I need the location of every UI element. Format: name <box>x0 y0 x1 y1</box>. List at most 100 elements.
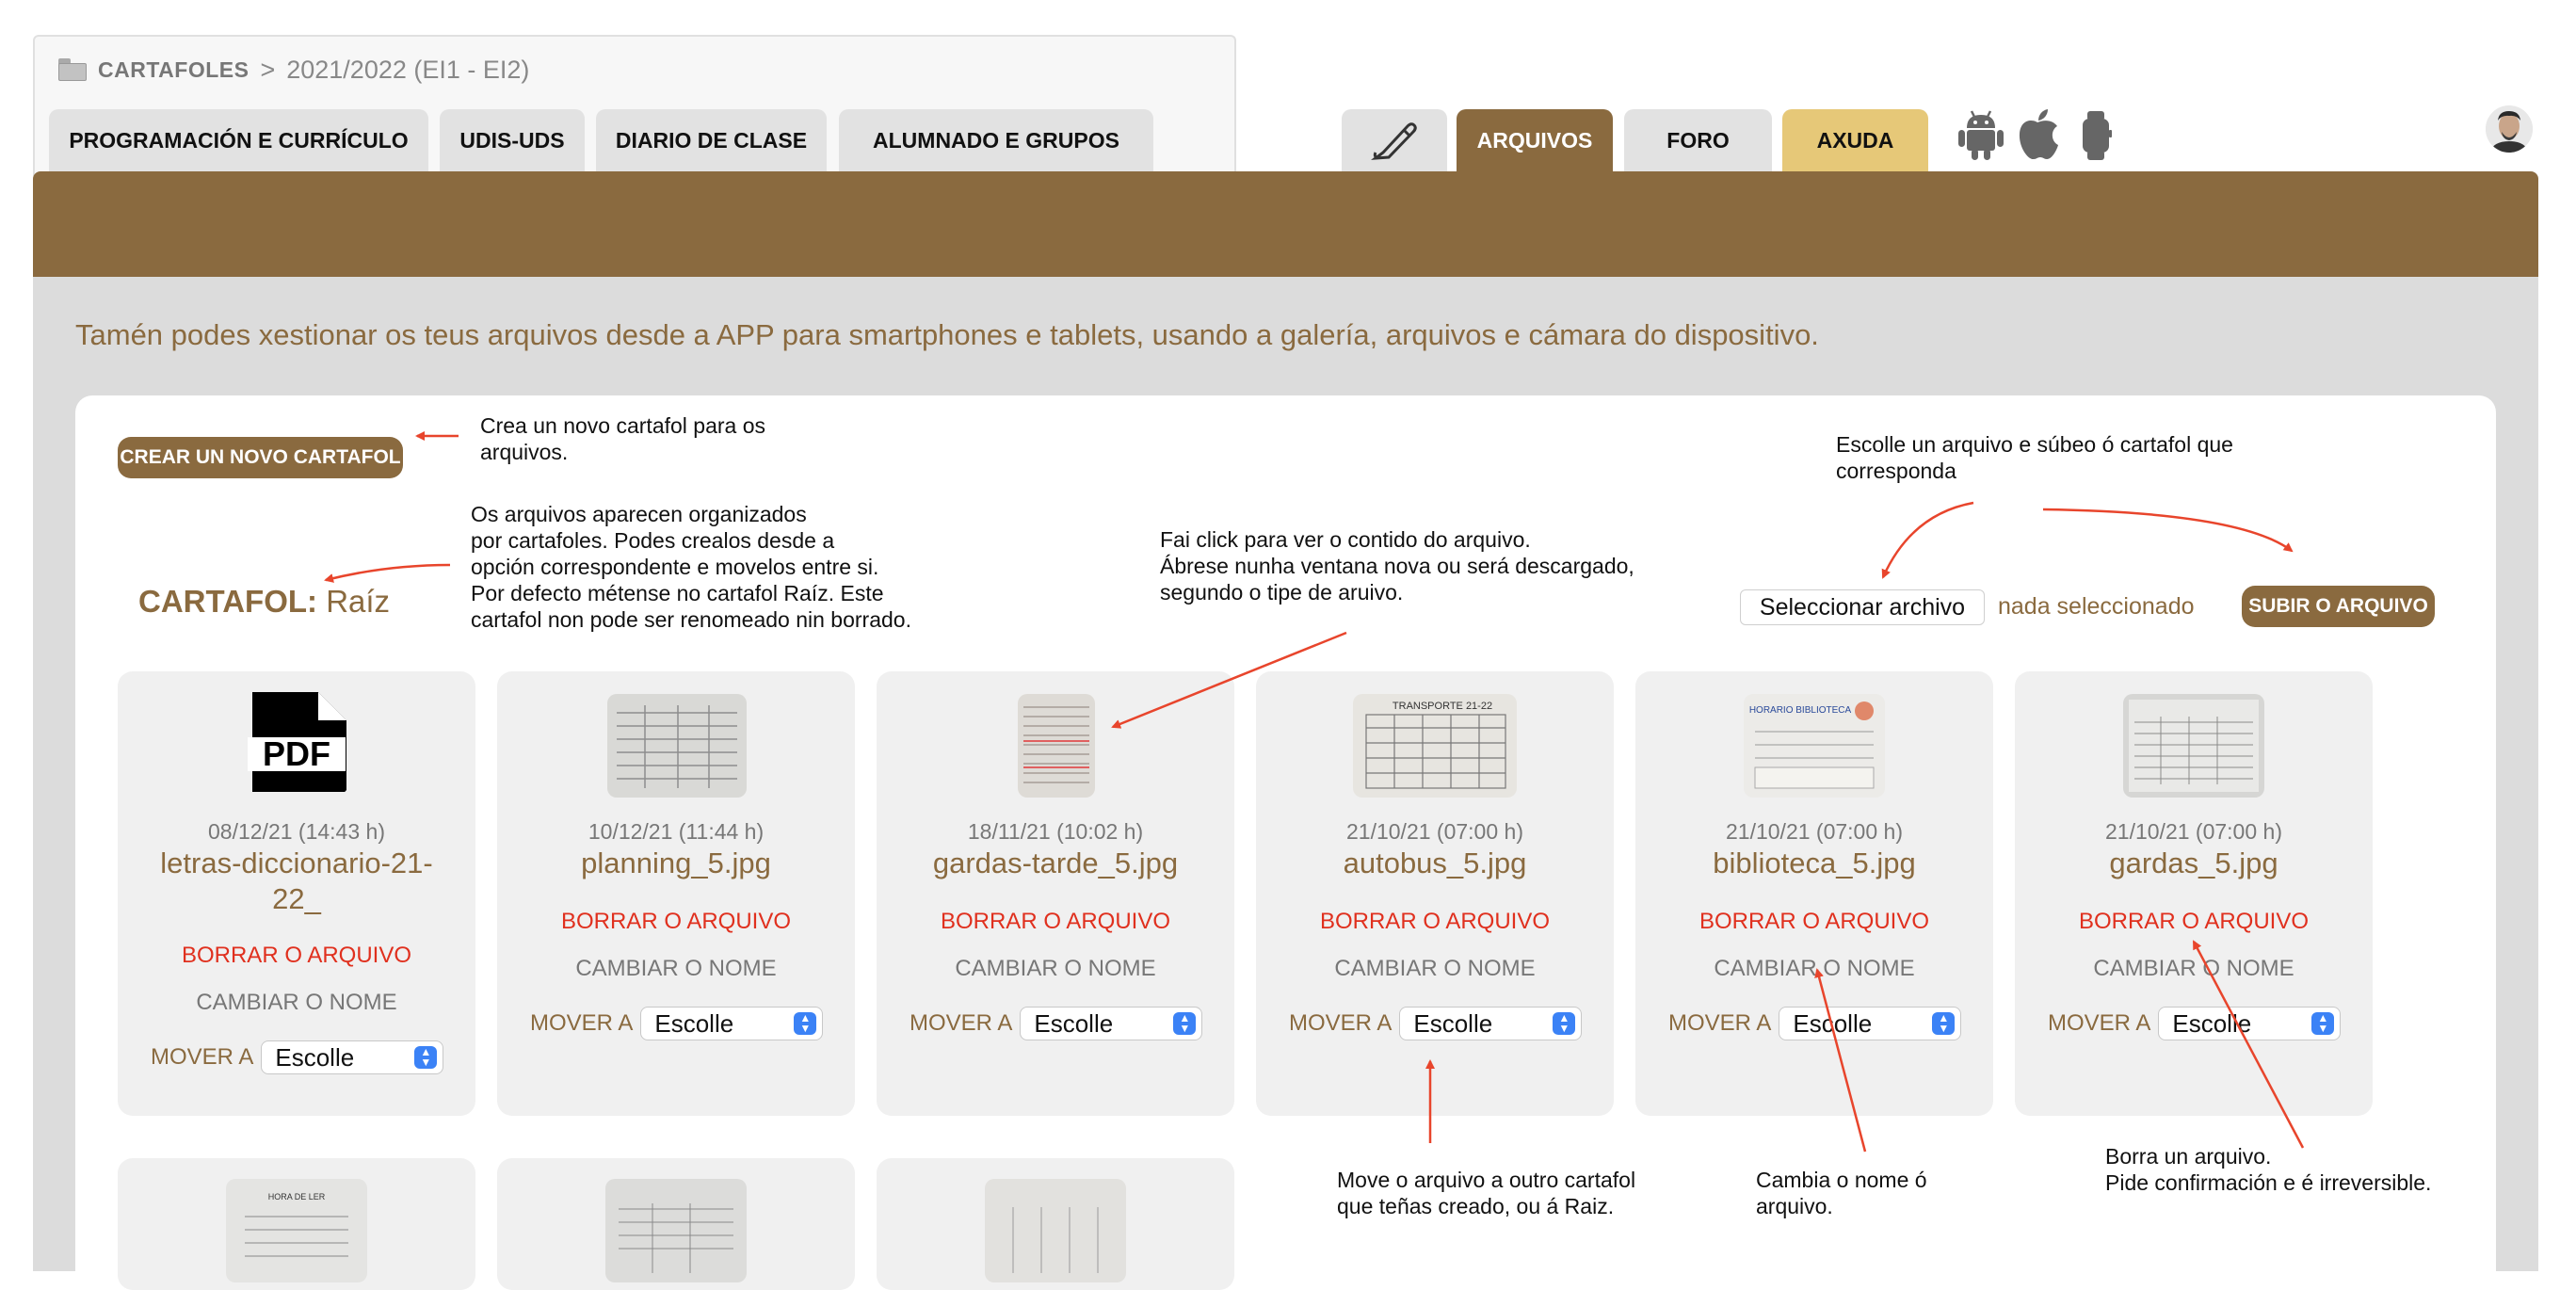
tab-alumnado[interactable]: ALUMNADO E GRUPOS <box>839 109 1153 171</box>
info-text: Tamén podes xestionar os teus arquivos d… <box>75 318 1819 351</box>
breadcrumb-current: 2021/2022 (EI1 - EI2) <box>286 55 530 84</box>
svg-text:PDF: PDF <box>263 734 330 773</box>
file-card: 21/10/21 (07:00 h) gardas_5.jpg BORRAR O… <box>2015 671 2373 1116</box>
current-folder-title: CARTAFOL: Raíz <box>138 584 390 620</box>
folder-label: CARTAFOL: <box>138 584 318 619</box>
move-folder-select[interactable]: Escolle ▲ ▼ <box>261 1040 444 1074</box>
select-arrows-icon: ▲ ▼ <box>1932 1012 1956 1035</box>
rename-file-button[interactable]: CAMBIAR O NOME <box>2015 956 2373 982</box>
delete-file-button[interactable]: BORRAR O ARQUIVO <box>2015 909 2373 935</box>
file-date: 21/10/21 (07:00 h) <box>1346 819 1523 844</box>
thumbnail-title: HORA DE LER <box>268 1192 326 1201</box>
rename-file-button[interactable]: CAMBIAR O NOME <box>877 956 1234 982</box>
annotation-create: Crea un novo cartafol para os arquivos. <box>480 413 766 464</box>
photo-thumbnail[interactable] <box>985 1179 1126 1282</box>
tab-arquivos[interactable]: ARQUIVOS <box>1457 109 1613 171</box>
file-card: HORA DE LER <box>118 1158 475 1290</box>
file-date: 21/10/21 (07:00 h) <box>2105 819 2282 844</box>
file-card: HORARIO BIBLIOTECA 21/10/21 (07:00 h) bi… <box>1635 671 1993 1116</box>
move-label: MOVER A <box>530 1010 634 1036</box>
file-date: 18/11/21 (10:02 h) <box>967 819 1144 844</box>
android-icon[interactable] <box>1956 109 2006 162</box>
move-label: MOVER A <box>1289 1010 1393 1036</box>
create-folder-button[interactable]: CREAR UN NOVO CARTAFOL <box>118 437 403 478</box>
tab-edit[interactable] <box>1342 109 1447 171</box>
tab-axuda[interactable]: AXUDA <box>1782 109 1928 171</box>
file-card: 18/11/21 (10:02 h) gardas-tarde_5.jpg BO… <box>877 671 1234 1116</box>
file-card: 10/12/21 (11:44 h) planning_5.jpg BORRAR… <box>497 671 855 1116</box>
file-card <box>497 1158 855 1290</box>
file-name-link[interactable]: autobus_5.jpg <box>1275 846 1595 881</box>
rename-file-button[interactable]: CAMBIAR O NOME <box>118 990 475 1016</box>
move-label: MOVER A <box>2048 1010 2151 1036</box>
file-card: TRANSPORTE 21-22 21/10/21 (07:00 h) auto… <box>1256 671 1614 1116</box>
photo-thumbnail[interactable] <box>2123 694 2264 798</box>
select-file-button[interactable]: Seleccionar archivo <box>1740 589 1985 625</box>
select-arrows-icon: ▲ ▼ <box>2311 1012 2335 1035</box>
breadcrumb: CARTAFOLES > 2021/2022 (EI1 - EI2) <box>58 53 529 87</box>
move-file-control: MOVER A Escolle ▲ ▼ <box>530 1007 824 1040</box>
photo-thumbnail[interactable]: HORA DE LER <box>226 1179 367 1282</box>
file-card <box>877 1158 1234 1290</box>
file-date: 10/12/21 (11:44 h) <box>588 819 765 844</box>
breadcrumb-root[interactable]: CARTAFOLES <box>98 57 249 83</box>
file-name-link[interactable]: biblioteca_5.jpg <box>1654 846 1974 881</box>
avatar[interactable] <box>2486 105 2533 153</box>
delete-file-button[interactable]: BORRAR O ARQUIVO <box>1256 909 1614 935</box>
thumbnail-title: HORARIO BIBLIOTECA <box>1749 705 1852 716</box>
tab-udis[interactable]: UDIS-UDS <box>440 109 585 171</box>
header-bar <box>33 171 2538 277</box>
move-folder-select[interactable]: Escolle ▲ ▼ <box>1779 1007 1962 1040</box>
file-name-link[interactable]: letras-diccionario-21-22_ <box>137 846 457 917</box>
tab-programacion[interactable]: PROGRAMACIÓN E CURRÍCULO <box>49 109 428 171</box>
select-arrows-icon: ▲ ▼ <box>414 1046 438 1069</box>
move-label: MOVER A <box>1668 1010 1772 1036</box>
file-name-link[interactable]: planning_5.jpg <box>516 846 836 881</box>
photo-thumbnail[interactable] <box>1018 694 1095 798</box>
annotation-delete: Borra un arquivo. Pide confirmación e é … <box>2105 1144 2432 1195</box>
photo-thumbnail[interactable]: HORARIO BIBLIOTECA <box>1744 694 1885 798</box>
select-arrows-icon: ▲ ▼ <box>794 1012 817 1035</box>
move-label: MOVER A <box>151 1044 254 1070</box>
move-label: MOVER A <box>910 1010 1013 1036</box>
tab-foro[interactable]: FORO <box>1624 109 1772 171</box>
move-folder-select[interactable]: Escolle ▲ ▼ <box>2158 1007 2342 1040</box>
select-arrows-icon: ▲ ▼ <box>1553 1012 1576 1035</box>
file-name-link[interactable]: gardas-tarde_5.jpg <box>895 846 1216 881</box>
delete-file-button[interactable]: BORRAR O ARQUIVO <box>497 909 855 935</box>
file-date: 08/12/21 (14:43 h) <box>208 819 385 844</box>
annotation-click: Fai click para ver o contido do arquivo.… <box>1160 527 1634 605</box>
move-file-control: MOVER A Escolle ▲ ▼ <box>1289 1007 1583 1040</box>
delete-file-button[interactable]: BORRAR O ARQUIVO <box>118 943 475 969</box>
annotation-folders: Os arquivos aparecen organizados por car… <box>471 502 911 632</box>
folder-name: Raíz <box>326 584 391 619</box>
move-file-control: MOVER A Escolle ▲ ▼ <box>1668 1007 1962 1040</box>
breadcrumb-separator: > <box>260 55 276 84</box>
photo-thumbnail[interactable] <box>605 1179 747 1282</box>
move-file-control: MOVER A Escolle ▲ ▼ <box>151 1040 444 1074</box>
user-photo-icon <box>2486 105 2533 153</box>
photo-thumbnail[interactable]: TRANSPORTE 21-22 <box>1353 694 1517 798</box>
annotation-rename: Cambia o nome ó arquivo. <box>1756 1168 1927 1218</box>
thumbnail-title: TRANSPORTE 21-22 <box>1393 701 1492 712</box>
rename-file-button[interactable]: CAMBIAR O NOME <box>1635 956 1993 982</box>
move-folder-select[interactable]: Escolle ▲ ▼ <box>1020 1007 1203 1040</box>
smartwatch-icon[interactable] <box>2079 109 2113 162</box>
tab-diario[interactable]: DIARIO DE CLASE <box>596 109 827 171</box>
photo-thumbnail[interactable] <box>607 694 747 798</box>
delete-file-button[interactable]: BORRAR O ARQUIVO <box>1635 909 1993 935</box>
upload-button[interactable]: SUBIR O ARQUIVO <box>2242 586 2435 627</box>
delete-file-button[interactable]: BORRAR O ARQUIVO <box>877 909 1234 935</box>
pdf-icon[interactable]: PDF <box>245 690 348 794</box>
annotation-move: Move o arquivo a outro cartafol que teña… <box>1337 1168 1636 1218</box>
file-name-link[interactable]: gardas_5.jpg <box>2034 846 2354 881</box>
pen-brush-icon <box>1371 122 1417 160</box>
apple-icon[interactable] <box>2015 107 2060 162</box>
rename-file-button[interactable]: CAMBIAR O NOME <box>497 956 855 982</box>
select-arrows-icon: ▲ ▼ <box>1173 1012 1197 1035</box>
move-folder-select[interactable]: Escolle ▲ ▼ <box>1399 1007 1583 1040</box>
no-file-text: nada seleccionado <box>1998 593 2195 620</box>
rename-file-button[interactable]: CAMBIAR O NOME <box>1256 956 1614 982</box>
move-folder-select[interactable]: Escolle ▲ ▼ <box>640 1007 824 1040</box>
file-date: 21/10/21 (07:00 h) <box>1726 819 1903 844</box>
